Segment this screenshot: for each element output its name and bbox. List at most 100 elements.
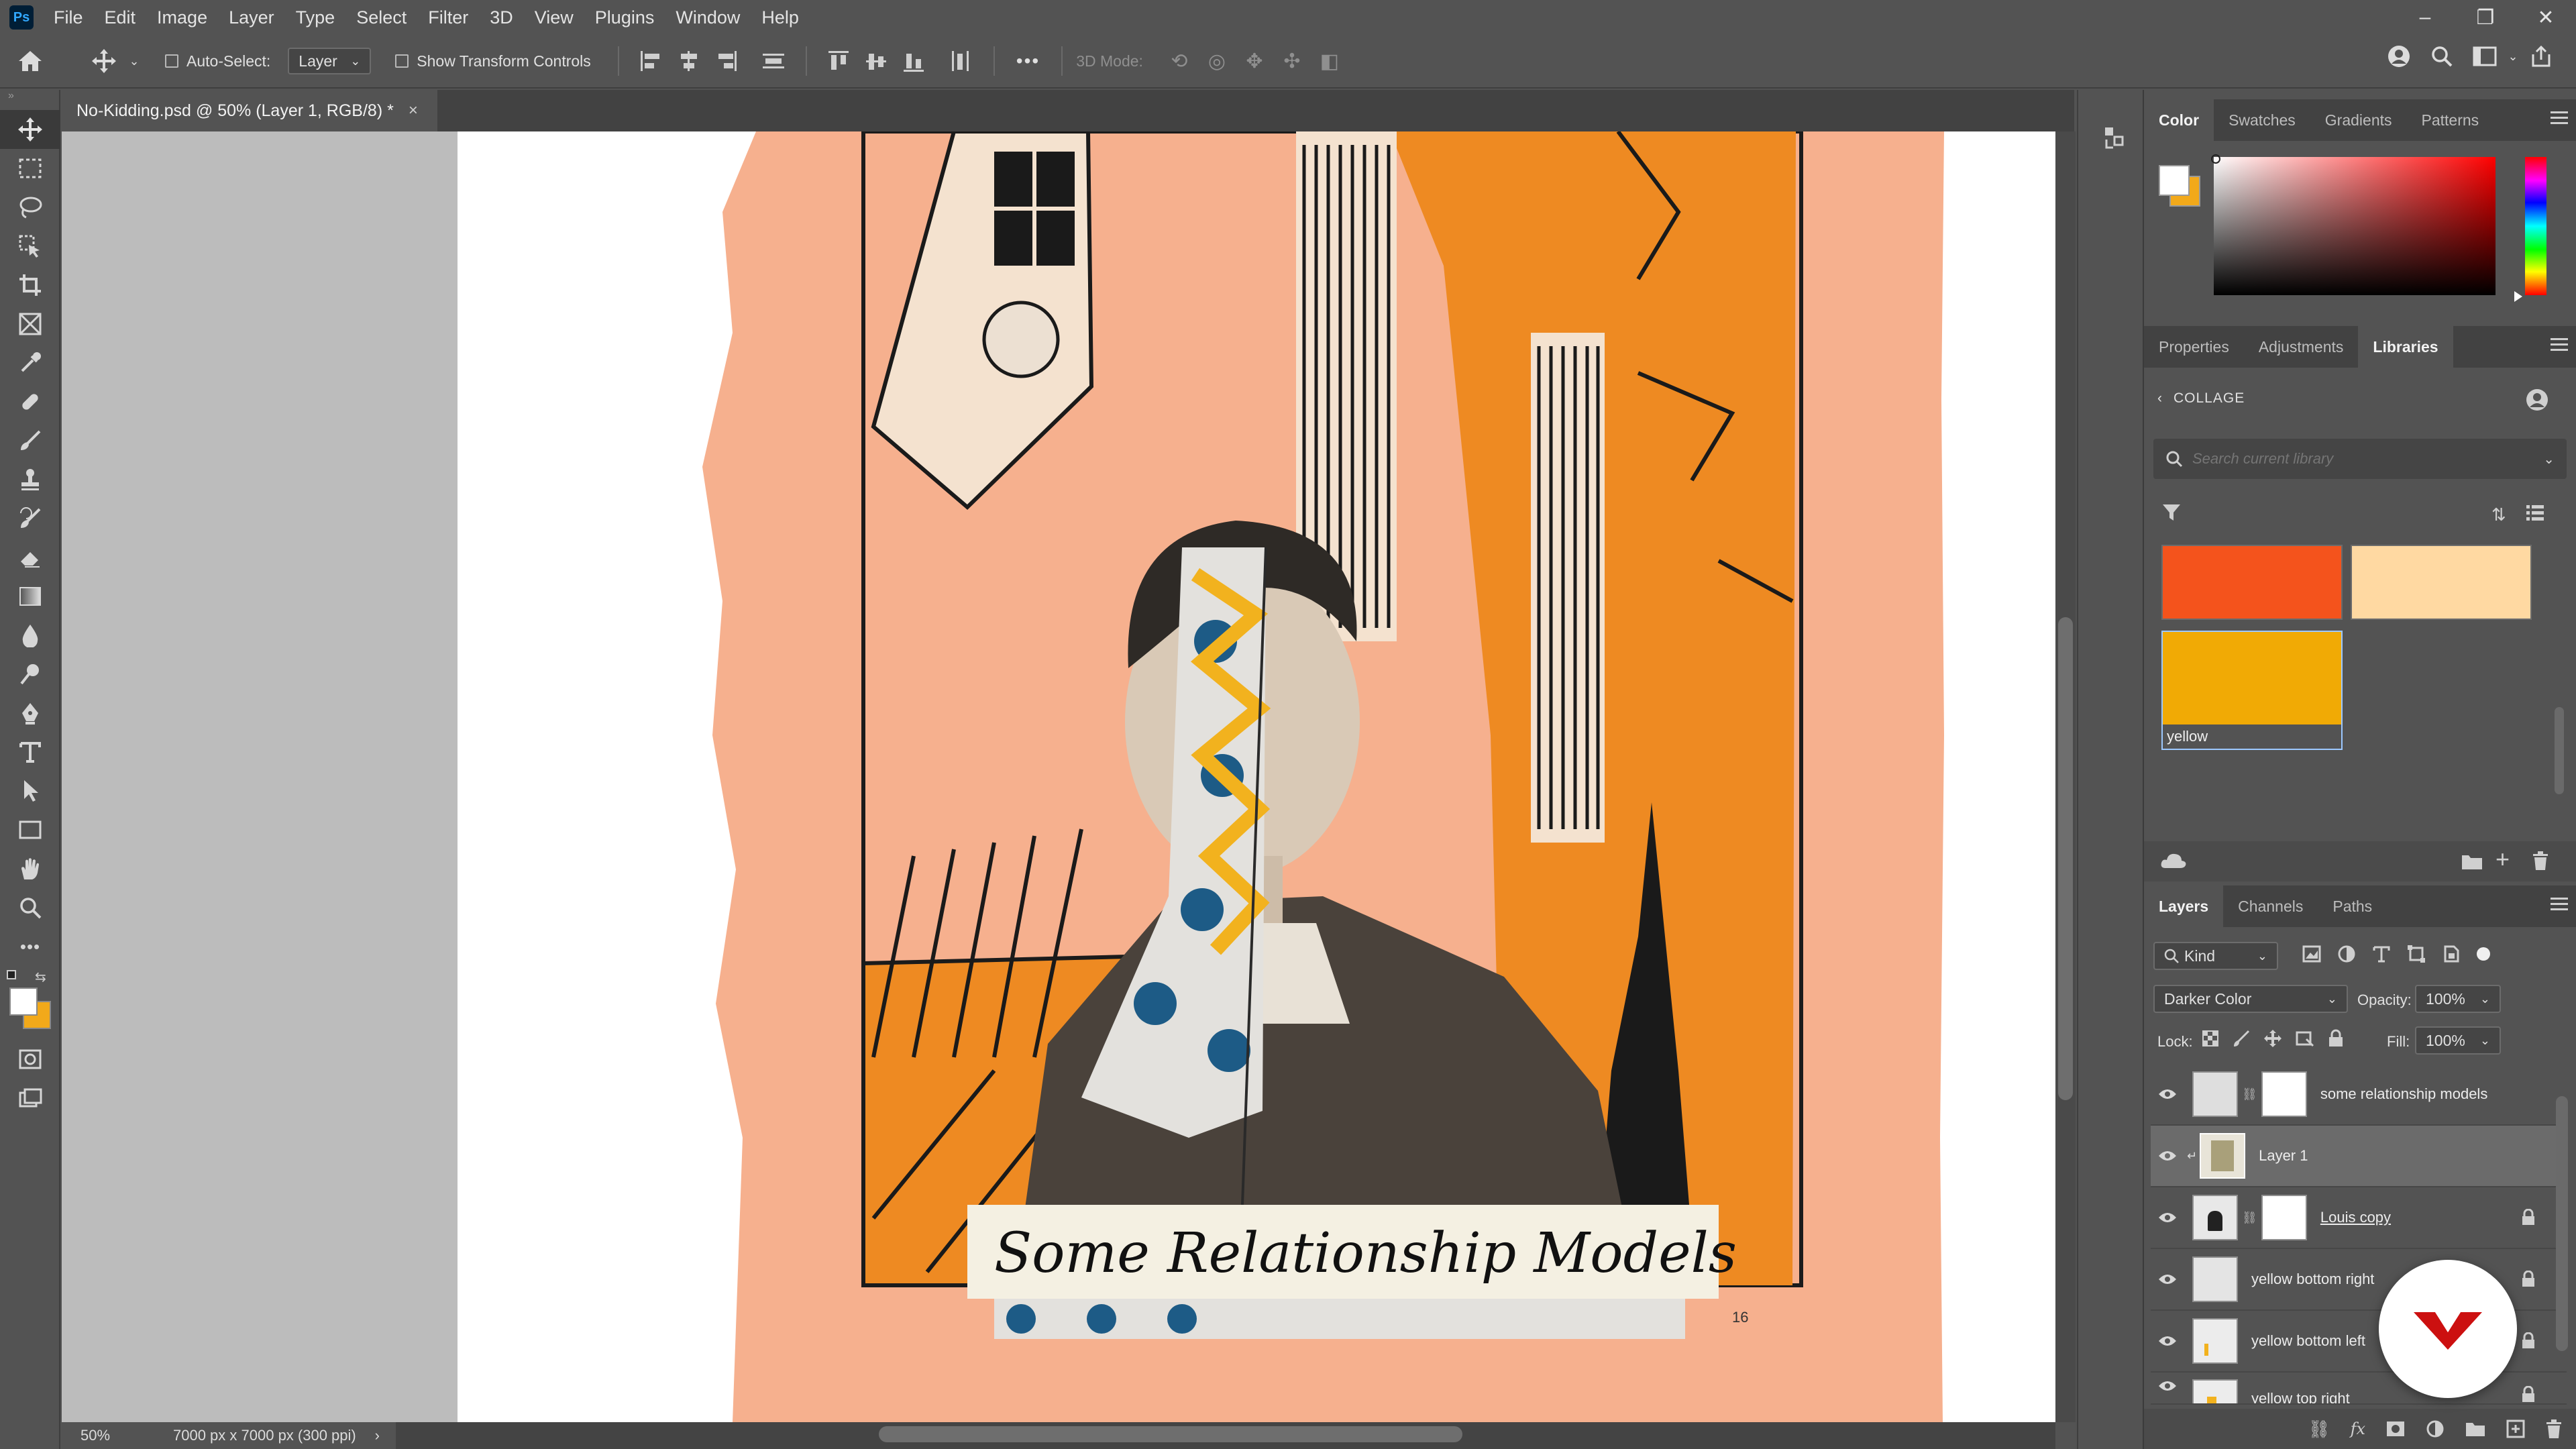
eraser-tool[interactable] [0, 538, 60, 577]
align-left-edges-icon[interactable] [639, 50, 663, 72]
pen-tool[interactable] [0, 694, 60, 733]
horizontal-scroll-thumb[interactable] [879, 1426, 1462, 1442]
panel-menu-icon[interactable] [2551, 898, 2568, 912]
dodge-tool[interactable] [0, 655, 60, 694]
chevron-down-icon[interactable]: ⌄ [127, 54, 141, 68]
chevron-down-icon[interactable]: ⌄ [2506, 50, 2520, 64]
color-picker-cursor[interactable] [2211, 154, 2220, 164]
edit-toolbar-icon[interactable]: ••• [0, 927, 60, 966]
layer-row[interactable]: ⛓ Louis copy [2151, 1187, 2567, 1249]
foreground-color-chip[interactable] [9, 987, 38, 1016]
mask-link-icon[interactable]: ⛓ [2242, 1211, 2257, 1225]
align-horizontal-centers-icon[interactable] [677, 50, 701, 72]
tab-gradients[interactable]: Gradients [2310, 99, 2407, 141]
align-top-edges-icon[interactable] [827, 50, 851, 72]
minimize-button[interactable]: – [2395, 6, 2455, 29]
history-brush-tool[interactable] [0, 499, 60, 538]
document-canvas[interactable]: Some Relationship Models 16 [458, 131, 2055, 1422]
menu-layer[interactable]: Layer [229, 7, 274, 28]
align-bottom-edges-icon[interactable] [902, 50, 926, 72]
tab-color[interactable]: Color [2144, 99, 2214, 141]
visibility-eye-icon[interactable] [2151, 1149, 2184, 1163]
library-breadcrumb[interactable]: ‹ COLLAGE [2157, 390, 2245, 407]
opacity-field[interactable]: 100% ⌄ [2415, 985, 2501, 1013]
visibility-eye-icon[interactable] [2151, 1087, 2184, 1101]
menu-filter[interactable]: Filter [428, 7, 468, 28]
list-view-icon[interactable] [2525, 503, 2545, 525]
lasso-tool[interactable] [0, 188, 60, 227]
tab-properties[interactable]: Properties [2144, 326, 2244, 368]
add-element-icon[interactable]: + [2496, 845, 2510, 873]
auto-select-target-dropdown[interactable]: Layer ⌄ [288, 48, 372, 74]
panel-menu-icon[interactable] [2551, 111, 2568, 126]
menu-select[interactable]: Select [356, 7, 407, 28]
export-share-icon[interactable] [2520, 45, 2563, 68]
move-tool[interactable] [0, 110, 60, 149]
status-menu-arrow[interactable]: › [375, 1427, 380, 1444]
cloud-icon[interactable] [2160, 852, 2187, 873]
move-tool-preset-icon[interactable] [80, 48, 127, 74]
library-collaborators-icon[interactable] [2525, 388, 2549, 415]
color-field[interactable] [2214, 157, 2496, 295]
foreground-color-swatch[interactable] [2159, 165, 2190, 196]
hue-slider[interactable] [2525, 157, 2546, 295]
menu-image[interactable]: Image [157, 7, 207, 28]
menu-view[interactable]: View [535, 7, 574, 28]
layer-filter-kind-dropdown[interactable]: Kind ⌄ [2153, 942, 2278, 970]
brush-tool[interactable] [0, 421, 60, 460]
align-vertical-centers-icon[interactable] [865, 50, 889, 72]
search-icon[interactable] [2420, 46, 2463, 67]
distribute-horizontal-icon[interactable] [949, 50, 973, 72]
layer-mask-thumbnail[interactable] [2261, 1195, 2307, 1240]
collapse-tools-icon[interactable]: » [0, 90, 59, 110]
roll-3d-icon[interactable]: ◎ [1198, 50, 1236, 73]
marquee-tool[interactable] [0, 149, 60, 188]
visibility-eye-icon[interactable] [2151, 1379, 2184, 1393]
tab-libraries[interactable]: Libraries [2358, 326, 2453, 368]
library-search-input[interactable] [2192, 450, 2528, 468]
gradient-tool[interactable] [0, 577, 60, 616]
sort-icon[interactable]: ⇅ [2491, 504, 2506, 525]
frame-tool[interactable] [0, 305, 60, 343]
camera-3d-icon[interactable]: ◧ [1311, 50, 1348, 73]
screen-mode-tool[interactable] [0, 1079, 60, 1118]
pan-3d-icon[interactable]: ✥ [1236, 50, 1273, 73]
menu-help[interactable]: Help [761, 7, 799, 28]
menu-edit[interactable]: Edit [105, 7, 136, 28]
distribute-vertical-icon[interactable] [761, 50, 786, 72]
object-selection-tool[interactable] [0, 227, 60, 266]
vertical-scroll-thumb[interactable] [2058, 617, 2073, 1100]
tab-layers[interactable]: Layers [2144, 885, 2224, 927]
library-swatch-orange[interactable] [2161, 545, 2343, 620]
tab-patterns[interactable]: Patterns [2407, 99, 2494, 141]
filter-icon[interactable] [2161, 503, 2182, 525]
layer-row-selected[interactable]: ↵ Layer 1 [2151, 1126, 2567, 1187]
visibility-eye-icon[interactable] [2151, 1334, 2184, 1348]
close-window-button[interactable]: ✕ [2516, 6, 2576, 30]
eyedropper-tool[interactable] [0, 343, 60, 382]
visibility-eye-icon[interactable] [2151, 1211, 2184, 1224]
zoom-level[interactable]: 50% [80, 1427, 141, 1444]
align-right-edges-icon[interactable] [714, 50, 739, 72]
default-colors-icon[interactable] [7, 970, 16, 979]
path-selection-tool[interactable] [0, 771, 60, 810]
library-swatch-peach[interactable] [2351, 545, 2532, 620]
tab-paths[interactable]: Paths [2318, 885, 2387, 927]
blur-tool[interactable] [0, 616, 60, 655]
blend-mode-dropdown[interactable]: Darker Color ⌄ [2153, 985, 2348, 1013]
history-panel-icon[interactable] [2102, 125, 2125, 155]
show-transform-controls-checkbox[interactable] [395, 54, 409, 68]
zoom-tool[interactable] [0, 888, 60, 927]
new-group-icon[interactable] [2461, 852, 2483, 874]
layer-row[interactable]: yellow top right [2151, 1373, 2567, 1405]
chevron-left-icon[interactable]: ‹ [2157, 390, 2163, 407]
library-search-field[interactable]: ⌄ [2153, 439, 2567, 479]
layer-mask-thumbnail[interactable] [2261, 1071, 2307, 1117]
clone-stamp-tool[interactable] [0, 460, 60, 499]
rectangle-tool[interactable] [0, 810, 60, 849]
fill-field[interactable]: 100% ⌄ [2415, 1026, 2501, 1055]
restore-button[interactable]: ❐ [2455, 6, 2516, 30]
menu-file[interactable]: File [54, 7, 83, 28]
library-swatch-yellow[interactable]: yellow [2161, 631, 2343, 750]
orbit-3d-icon[interactable]: ⟲ [1161, 50, 1198, 73]
